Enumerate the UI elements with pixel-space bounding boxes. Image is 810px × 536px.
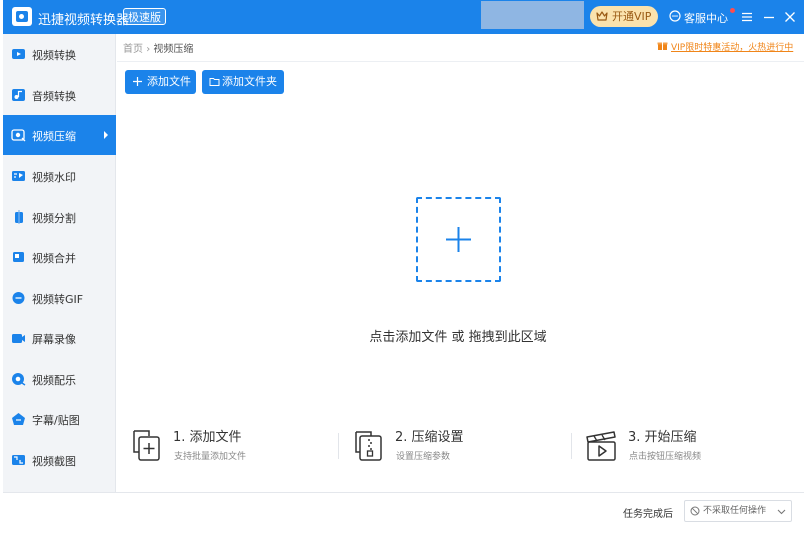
step-title: 1. 添加文件 bbox=[173, 430, 242, 445]
active-arrow-icon bbox=[104, 131, 108, 139]
add-folder-label: 添加文件夹 bbox=[222, 75, 277, 88]
sidebar-item-audio-convert[interactable]: 音频转换 bbox=[3, 75, 116, 115]
step-title: 3. 开始压缩 bbox=[628, 430, 697, 445]
video-compress-icon bbox=[11, 129, 26, 142]
breadcrumb: 首页 › 视频压缩 bbox=[123, 40, 193, 55]
step-desc: 点击按钮压缩视频 bbox=[629, 452, 702, 462]
sidebar-item-video-merge[interactable]: 视频合并 bbox=[3, 237, 116, 277]
app-logo-icon bbox=[12, 7, 32, 26]
prohibit-icon bbox=[690, 506, 700, 516]
app-window: 迅捷视频转换器 极速版 开通VIP 客服中心 视频转换 音频转换 视频压缩 视频… bbox=[3, 0, 804, 528]
sidebar-item-video-music[interactable]: 视频配乐 bbox=[3, 359, 116, 399]
add-file-step-icon bbox=[133, 430, 160, 461]
file-drop-zone[interactable] bbox=[416, 197, 501, 282]
after-task-value: 不采取任何操作 bbox=[703, 506, 767, 516]
breadcrumb-separator: › bbox=[146, 44, 151, 55]
step-desc: 设置压缩参数 bbox=[396, 452, 451, 462]
vip-promo-link[interactable]: VIP限时特惠活动，火热进行中 bbox=[657, 40, 793, 53]
add-folder-button[interactable]: 添加文件夹 bbox=[202, 70, 284, 94]
customer-service-label: 客服中心 bbox=[684, 12, 728, 25]
watermark-icon bbox=[12, 171, 25, 181]
clapperboard-icon bbox=[586, 431, 616, 461]
sidebar-item-video-compress[interactable]: 视频压缩 bbox=[3, 115, 116, 155]
step-desc: 支持批量添加文件 bbox=[174, 452, 247, 462]
sidebar-item-video-screenshot[interactable]: 视频截图 bbox=[3, 440, 116, 480]
plus-icon bbox=[133, 77, 142, 86]
window-edge bbox=[804, 0, 810, 536]
user-account-area[interactable] bbox=[481, 1, 584, 29]
customer-service-button[interactable]: 客服中心 bbox=[669, 10, 728, 26]
sidebar-item-video-split[interactable]: 视频分割 bbox=[3, 197, 116, 237]
promo-text: VIP限时特惠活动，火热进行中 bbox=[671, 43, 794, 53]
menu-icon[interactable] bbox=[740, 10, 754, 24]
drop-zone-hint: 点击添加文件 或 拖拽到此区域 bbox=[369, 330, 547, 345]
minimize-icon[interactable] bbox=[762, 10, 776, 24]
split-icon bbox=[15, 210, 23, 224]
vip-button-label: 开通VIP bbox=[612, 10, 652, 23]
video-convert-icon bbox=[12, 49, 25, 59]
divider bbox=[117, 61, 804, 62]
subtitle-icon bbox=[12, 413, 25, 425]
audio-convert-icon bbox=[12, 89, 25, 101]
crown-icon bbox=[596, 11, 608, 21]
sidebar-item-subtitle-sticker[interactable]: 字幕/贴图 bbox=[3, 399, 116, 439]
edition-badge: 极速版 bbox=[123, 8, 166, 25]
step-divider bbox=[338, 433, 339, 459]
notification-dot bbox=[730, 8, 735, 13]
sidebar-item-video-watermark[interactable]: 视频水印 bbox=[3, 156, 116, 196]
sidebar-item-screen-record[interactable]: 屏幕录像 bbox=[3, 318, 116, 358]
app-title: 迅捷视频转换器 bbox=[38, 13, 130, 28]
step-title: 2. 压缩设置 bbox=[395, 430, 464, 445]
vip-button[interactable]: 开通VIP bbox=[590, 6, 658, 27]
bottom-bar: 任务完成后 不采取任何操作 bbox=[3, 492, 804, 528]
gif-icon bbox=[12, 292, 25, 304]
step-divider bbox=[571, 433, 572, 459]
folder-icon bbox=[209, 78, 220, 86]
after-task-label: 任务完成后 bbox=[623, 509, 673, 520]
merge-icon bbox=[13, 252, 24, 262]
after-task-select[interactable]: 不采取任何操作 bbox=[684, 500, 792, 522]
plus-icon bbox=[446, 227, 471, 252]
screenshot-icon bbox=[12, 455, 25, 465]
breadcrumb-home[interactable]: 首页 bbox=[123, 44, 143, 55]
screen-record-icon bbox=[12, 334, 25, 343]
chevron-down-icon bbox=[777, 509, 786, 515]
close-icon[interactable] bbox=[783, 10, 797, 24]
add-file-label: 添加文件 bbox=[147, 75, 191, 88]
add-file-button[interactable]: 添加文件 bbox=[125, 70, 196, 94]
sidebar: 视频转换 音频转换 视频压缩 视频水印 视频分割 视频合并 视频转GIF 屏幕录… bbox=[3, 34, 116, 492]
compress-settings-icon bbox=[355, 431, 382, 461]
title-bar: 迅捷视频转换器 极速版 开通VIP 客服中心 bbox=[3, 0, 804, 34]
breadcrumb-current: 视频压缩 bbox=[153, 44, 194, 55]
music-icon bbox=[12, 373, 26, 386]
sidebar-item-video-convert[interactable]: 视频转换 bbox=[3, 34, 116, 74]
chat-icon bbox=[669, 10, 681, 22]
gift-icon bbox=[657, 42, 668, 50]
sidebar-item-video-to-gif[interactable]: 视频转GIF bbox=[3, 278, 116, 318]
